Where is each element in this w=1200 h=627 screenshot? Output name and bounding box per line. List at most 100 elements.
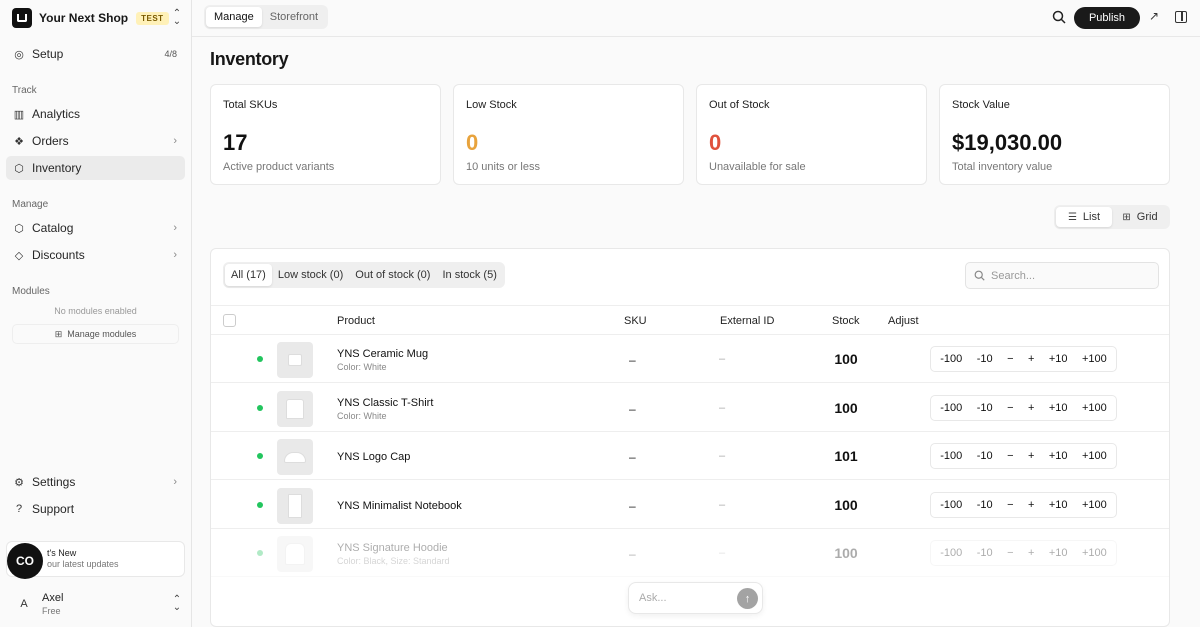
external-id-value: – bbox=[719, 547, 726, 559]
sidebar-item-orders[interactable]: ❖ Orders › bbox=[6, 129, 185, 153]
plus-100-button[interactable]: +100 bbox=[1082, 547, 1107, 559]
view-grid-button[interactable]: ⊞ Grid bbox=[1112, 207, 1168, 227]
chat-bubble-button[interactable]: CO bbox=[7, 543, 43, 579]
minus-100-button[interactable]: -100 bbox=[940, 353, 962, 365]
panel-toggle-icon[interactable] bbox=[1175, 11, 1187, 23]
plus-10-button[interactable]: +10 bbox=[1049, 450, 1068, 462]
sidebar-item-label: Inventory bbox=[32, 161, 82, 175]
table-row[interactable]: YNS Signature Hoodie Color: Black, Size: … bbox=[211, 529, 1169, 577]
env-badge: TEST bbox=[136, 11, 169, 25]
sidebar-item-support[interactable]: ? Support bbox=[6, 497, 185, 521]
minus-10-button[interactable]: -10 bbox=[977, 547, 993, 559]
stat-card-total-skus: Total SKUs 17 Active product variants bbox=[210, 84, 441, 185]
page-title: Inventory bbox=[210, 49, 289, 69]
sidebar-item-label: Setup bbox=[32, 47, 64, 61]
sidebar-item-catalog[interactable]: ⬡ Catalog › bbox=[6, 216, 185, 240]
table-row[interactable]: YNS Minimalist Notebook – – 100 -100 -10 − + +10… bbox=[211, 481, 1169, 529]
section-label-modules: Modules bbox=[12, 286, 50, 297]
plus-100-button[interactable]: +100 bbox=[1082, 353, 1107, 365]
increment-button[interactable]: + bbox=[1028, 547, 1034, 559]
sidebar: Your Next Shop TEST ⌃ ⌄ ◎ Setup 4/8 Track… bbox=[0, 0, 192, 627]
increment-button[interactable]: + bbox=[1028, 499, 1034, 511]
increment-button[interactable]: + bbox=[1028, 450, 1034, 462]
sidebar-item-label: Support bbox=[32, 502, 75, 516]
sidebar-item-label: Catalog bbox=[32, 221, 74, 235]
minus-100-button[interactable]: -100 bbox=[940, 402, 962, 414]
cap-image bbox=[284, 451, 306, 463]
decrement-button[interactable]: − bbox=[1007, 547, 1013, 559]
plus-10-button[interactable]: +10 bbox=[1049, 353, 1068, 365]
product-variant: Color: Black, Size: Standard bbox=[337, 556, 450, 566]
stock-adjust-stepper: -100 -10 − + +10 +100 bbox=[930, 346, 1117, 372]
sidebar-item-analytics[interactable]: ▥ Analytics bbox=[6, 102, 185, 126]
decrement-button[interactable]: − bbox=[1007, 402, 1013, 414]
filter-out-of-stock[interactable]: Out of stock (0) bbox=[349, 264, 436, 286]
sku-value: – bbox=[629, 547, 636, 561]
shop-switcher[interactable]: Your Next Shop TEST ⌃ ⌄ bbox=[12, 8, 182, 28]
table-row[interactable]: YNS Ceramic Mug Color: White – – 100 -100 -10 −… bbox=[211, 335, 1169, 383]
plus-100-button[interactable]: +100 bbox=[1082, 499, 1107, 511]
filter-all[interactable]: All (17) bbox=[225, 264, 272, 286]
filter-low-stock[interactable]: Low stock (0) bbox=[272, 264, 349, 286]
search-box bbox=[965, 262, 1159, 289]
decrement-button[interactable]: − bbox=[1007, 353, 1013, 365]
sidebar-item-discounts[interactable]: ◇ Discounts › bbox=[6, 243, 185, 267]
search-input[interactable] bbox=[991, 269, 1151, 282]
plus-10-button[interactable]: +10 bbox=[1049, 402, 1068, 414]
minus-100-button[interactable]: -100 bbox=[940, 547, 962, 559]
column-product[interactable]: Product bbox=[337, 315, 375, 327]
chevron-updown-icon: ⌃ ⌄ bbox=[172, 594, 182, 613]
sidebar-item-settings[interactable]: ⚙ Settings › bbox=[6, 470, 185, 494]
product-name[interactable]: YNS Ceramic Mug bbox=[337, 348, 428, 360]
minus-10-button[interactable]: -10 bbox=[977, 450, 993, 462]
decrement-button[interactable]: − bbox=[1007, 450, 1013, 462]
sidebar-item-inventory[interactable]: ⬡ Inventory bbox=[6, 156, 185, 180]
product-name[interactable]: YNS Logo Cap bbox=[337, 451, 410, 463]
decrement-button[interactable]: − bbox=[1007, 499, 1013, 511]
column-stock[interactable]: Stock bbox=[832, 315, 860, 327]
help-circle-icon: ? bbox=[15, 503, 23, 515]
ask-input[interactable] bbox=[639, 592, 729, 604]
minus-10-button[interactable]: -10 bbox=[977, 499, 993, 511]
user-menu[interactable]: A Axel Free ⌃ ⌄ bbox=[12, 590, 182, 618]
manage-modules-button[interactable]: ⊞ Manage modules bbox=[12, 324, 179, 344]
package-icon: ⬡ bbox=[14, 162, 24, 175]
setup-progress: 4/8 bbox=[164, 49, 177, 59]
view-list-button[interactable]: ☰ List bbox=[1056, 207, 1112, 227]
plus-100-button[interactable]: +100 bbox=[1082, 450, 1107, 462]
tab-storefront[interactable]: Storefront bbox=[262, 7, 326, 27]
plus-100-button[interactable]: +100 bbox=[1082, 402, 1107, 414]
product-variant: Color: White bbox=[337, 362, 387, 372]
minus-100-button[interactable]: -100 bbox=[940, 450, 962, 462]
table-row[interactable]: YNS Logo Cap – – 101 -100 -10 − + +10 +100 bbox=[211, 432, 1169, 480]
column-sku[interactable]: SKU bbox=[624, 315, 647, 327]
top-bar: Manage Storefront Publish ↗ bbox=[192, 0, 1200, 37]
stock-adjust-stepper: -100 -10 − + +10 +100 bbox=[930, 443, 1117, 469]
table-row[interactable]: YNS Classic T-Shirt Color: White – – 100 -100… bbox=[211, 384, 1169, 432]
minus-100-button[interactable]: -100 bbox=[940, 499, 962, 511]
minus-10-button[interactable]: -10 bbox=[977, 353, 993, 365]
product-name[interactable]: YNS Signature Hoodie bbox=[337, 542, 448, 554]
table-header: Product SKU External ID Stock Adjust bbox=[211, 305, 1169, 335]
external-id-value: – bbox=[719, 450, 726, 462]
select-all-checkbox[interactable] bbox=[223, 314, 236, 327]
sidebar-item-setup[interactable]: ◎ Setup 4/8 bbox=[6, 42, 185, 66]
chevron-updown-icon: ⌃ ⌄ bbox=[172, 8, 182, 27]
sidebar-item-label: Settings bbox=[32, 475, 76, 489]
filter-in-stock[interactable]: In stock (5) bbox=[436, 264, 502, 286]
mug-image bbox=[288, 354, 302, 366]
product-name[interactable]: YNS Classic T-Shirt bbox=[337, 397, 433, 409]
minus-10-button[interactable]: -10 bbox=[977, 402, 993, 414]
avatar: A bbox=[20, 598, 28, 610]
plus-10-button[interactable]: +10 bbox=[1049, 547, 1068, 559]
plus-10-button[interactable]: +10 bbox=[1049, 499, 1068, 511]
send-arrow-icon[interactable]: ↑ bbox=[737, 588, 758, 609]
increment-button[interactable]: + bbox=[1028, 402, 1034, 414]
tab-manage[interactable]: Manage bbox=[206, 7, 262, 27]
external-link-icon[interactable]: ↗ bbox=[1149, 9, 1159, 23]
column-external-id[interactable]: External ID bbox=[720, 315, 774, 327]
increment-button[interactable]: + bbox=[1028, 353, 1034, 365]
product-name[interactable]: YNS Minimalist Notebook bbox=[337, 500, 462, 512]
publish-button[interactable]: Publish bbox=[1074, 7, 1140, 29]
search-icon[interactable] bbox=[1052, 10, 1066, 24]
